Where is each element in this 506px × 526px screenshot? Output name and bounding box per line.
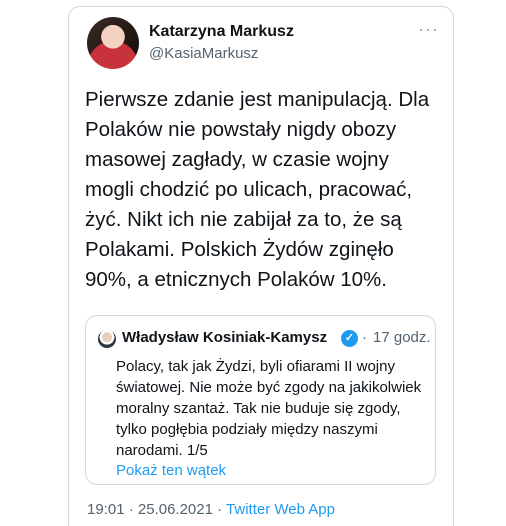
quoted-tweet[interactable]: Władysław Kosiniak-Kamysz ✓ · 17 godz. P… xyxy=(85,315,436,485)
source-app-link[interactable]: Twitter Web App xyxy=(226,501,335,518)
tweet-time[interactable]: 19:01 xyxy=(87,501,125,518)
quoted-separator: · xyxy=(362,329,367,346)
quoted-author-avatar xyxy=(98,330,116,348)
tweet-footer: 19:01 · 25.06.2021 · Twitter Web App xyxy=(87,501,335,518)
author-name[interactable]: Katarzyna Markusz xyxy=(149,23,294,41)
footer-separator: · xyxy=(128,501,134,518)
quoted-author-name: Władysław Kosiniak-Kamysz xyxy=(122,329,328,346)
tweet-text: Pierwsze zdanie jest manipulacją. Dla Po… xyxy=(85,88,430,291)
show-thread-link[interactable]: Pokaż ten wątek xyxy=(116,462,226,479)
author-avatar[interactable] xyxy=(87,17,139,69)
author-handle[interactable]: @KasiaMarkusz xyxy=(149,45,258,62)
more-options-icon[interactable]: ··· xyxy=(418,19,439,40)
quoted-time: 17 godz. xyxy=(373,329,431,346)
tweet-card[interactable]: Katarzyna Markusz @KasiaMarkusz ··· Pier… xyxy=(68,6,454,526)
quoted-tweet-text: Polacy, tak jak Żydzi, byli ofiarami II … xyxy=(116,358,422,459)
verified-badge-icon: ✓ xyxy=(341,330,358,347)
tweet-date[interactable]: 25.06.2021 xyxy=(138,501,213,518)
footer-separator: · xyxy=(217,501,223,518)
